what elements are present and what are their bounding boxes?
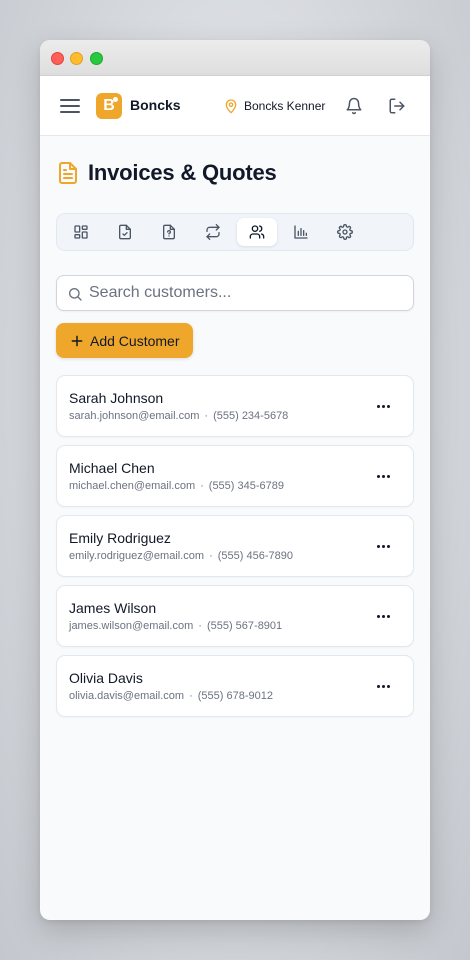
contact-separator: ·	[189, 690, 193, 702]
customer-phone: (555) 678-9012	[197, 690, 273, 702]
customer-email: michael.chen@email.com	[69, 480, 196, 492]
customer-list: Sarah Johnson sarah.johnson@email.com · (5…	[56, 375, 414, 725]
reports-icon	[294, 225, 308, 239]
more-options-icon[interactable]	[375, 468, 391, 484]
customers-icon	[249, 225, 265, 239]
app-window: B Boncks Boncks Kenner Invoices & Quotes	[40, 40, 430, 920]
search-input[interactable]	[89, 276, 409, 310]
customer-contact: michael.chen@email.com · (555) 345-6789	[69, 480, 284, 492]
search-icon	[69, 288, 82, 301]
recurring-icon	[206, 224, 220, 240]
more-options-icon[interactable]	[375, 398, 391, 414]
brand-name: Boncks	[130, 97, 181, 113]
add-customer-label: Add Customer	[90, 332, 180, 349]
customer-search	[56, 275, 414, 311]
tab-recurring[interactable]	[193, 218, 233, 246]
document-icon	[59, 162, 77, 184]
customer-contact: james.wilson@email.com · (555) 567-8901	[69, 620, 282, 632]
tab-dashboard[interactable]	[61, 218, 101, 246]
customer-phone: (555) 345-6789	[208, 480, 285, 492]
contact-separator: ·	[200, 480, 204, 492]
app-header: B Boncks Boncks Kenner	[40, 76, 430, 136]
window-close-button[interactable]	[51, 52, 64, 65]
customer-phone: (555) 234-5678	[213, 410, 289, 422]
logout-icon[interactable]	[388, 97, 406, 115]
more-options-icon[interactable]	[375, 538, 391, 554]
customer-name: James Wilson	[69, 600, 157, 616]
customer-name: Olivia Davis	[69, 670, 143, 686]
customer-email: emily.rodriguez@email.com	[69, 550, 205, 562]
customer-email: olivia.davis@email.com	[69, 690, 185, 702]
customer-phone: (555) 456-7890	[217, 550, 293, 562]
dashboard-icon	[74, 225, 88, 239]
customer-contact: emily.rodriguez@email.com · (555) 456-7890	[69, 550, 293, 562]
customer-card[interactable]: Emily Rodriguez emily.rodriguez@email.co…	[56, 515, 414, 577]
customer-name: Michael Chen	[69, 460, 155, 476]
customer-card[interactable]: James Wilson james.wilson@email.com · (555…	[56, 585, 414, 647]
customer-phone: (555) 567-8901	[206, 620, 283, 632]
more-options-icon[interactable]	[375, 678, 391, 694]
customer-email: james.wilson@email.com	[69, 620, 194, 632]
customer-name: Emily Rodriguez	[69, 530, 171, 546]
contact-separator: ·	[204, 410, 209, 422]
page-title: Invoices & Quotes	[88, 160, 277, 185]
tab-invoices[interactable]	[105, 218, 145, 246]
customer-card[interactable]: Sarah Johnson sarah.johnson@email.com · (5…	[56, 375, 414, 437]
customer-contact: olivia.davis@email.com · (555) 678-9012	[69, 690, 273, 702]
customer-contact: sarah.johnson@email.com · (555) 234-5678	[69, 410, 288, 422]
window-maximize-button[interactable]	[90, 52, 103, 65]
window-titlebar	[40, 40, 430, 76]
more-options-icon[interactable]	[375, 608, 391, 624]
hamburger-menu-icon[interactable]	[60, 96, 80, 116]
customer-name: Sarah Johnson	[69, 390, 164, 406]
bell-icon[interactable]	[345, 97, 363, 115]
customer-email: sarah.johnson@email.com	[69, 410, 200, 422]
plus-icon	[71, 335, 83, 346]
tab-settings[interactable]	[325, 218, 365, 246]
add-customer-button[interactable]: Add Customer	[56, 323, 194, 358]
customer-card[interactable]: Michael Chen michael.chen@email.com · (555…	[56, 445, 414, 507]
contact-separator: ·	[198, 620, 202, 632]
page-header: Invoices & Quotes	[56, 160, 277, 186]
tab-customers[interactable]	[237, 218, 277, 246]
contact-separator: ·	[209, 550, 213, 562]
customer-card[interactable]: Olivia Davis olivia.davis@email.com · (555…	[56, 655, 414, 717]
invoice-icon	[119, 224, 131, 240]
settings-icon	[337, 224, 353, 240]
tab-quotes[interactable]	[149, 218, 189, 246]
tab-reports[interactable]	[281, 218, 321, 246]
section-tabs	[56, 213, 414, 251]
quote-icon	[163, 224, 175, 240]
location-name[interactable]: Boncks Kenner	[244, 99, 325, 113]
location-pin-icon	[225, 99, 237, 114]
window-minimize-button[interactable]	[70, 52, 83, 65]
brand-logo: B	[96, 93, 122, 119]
